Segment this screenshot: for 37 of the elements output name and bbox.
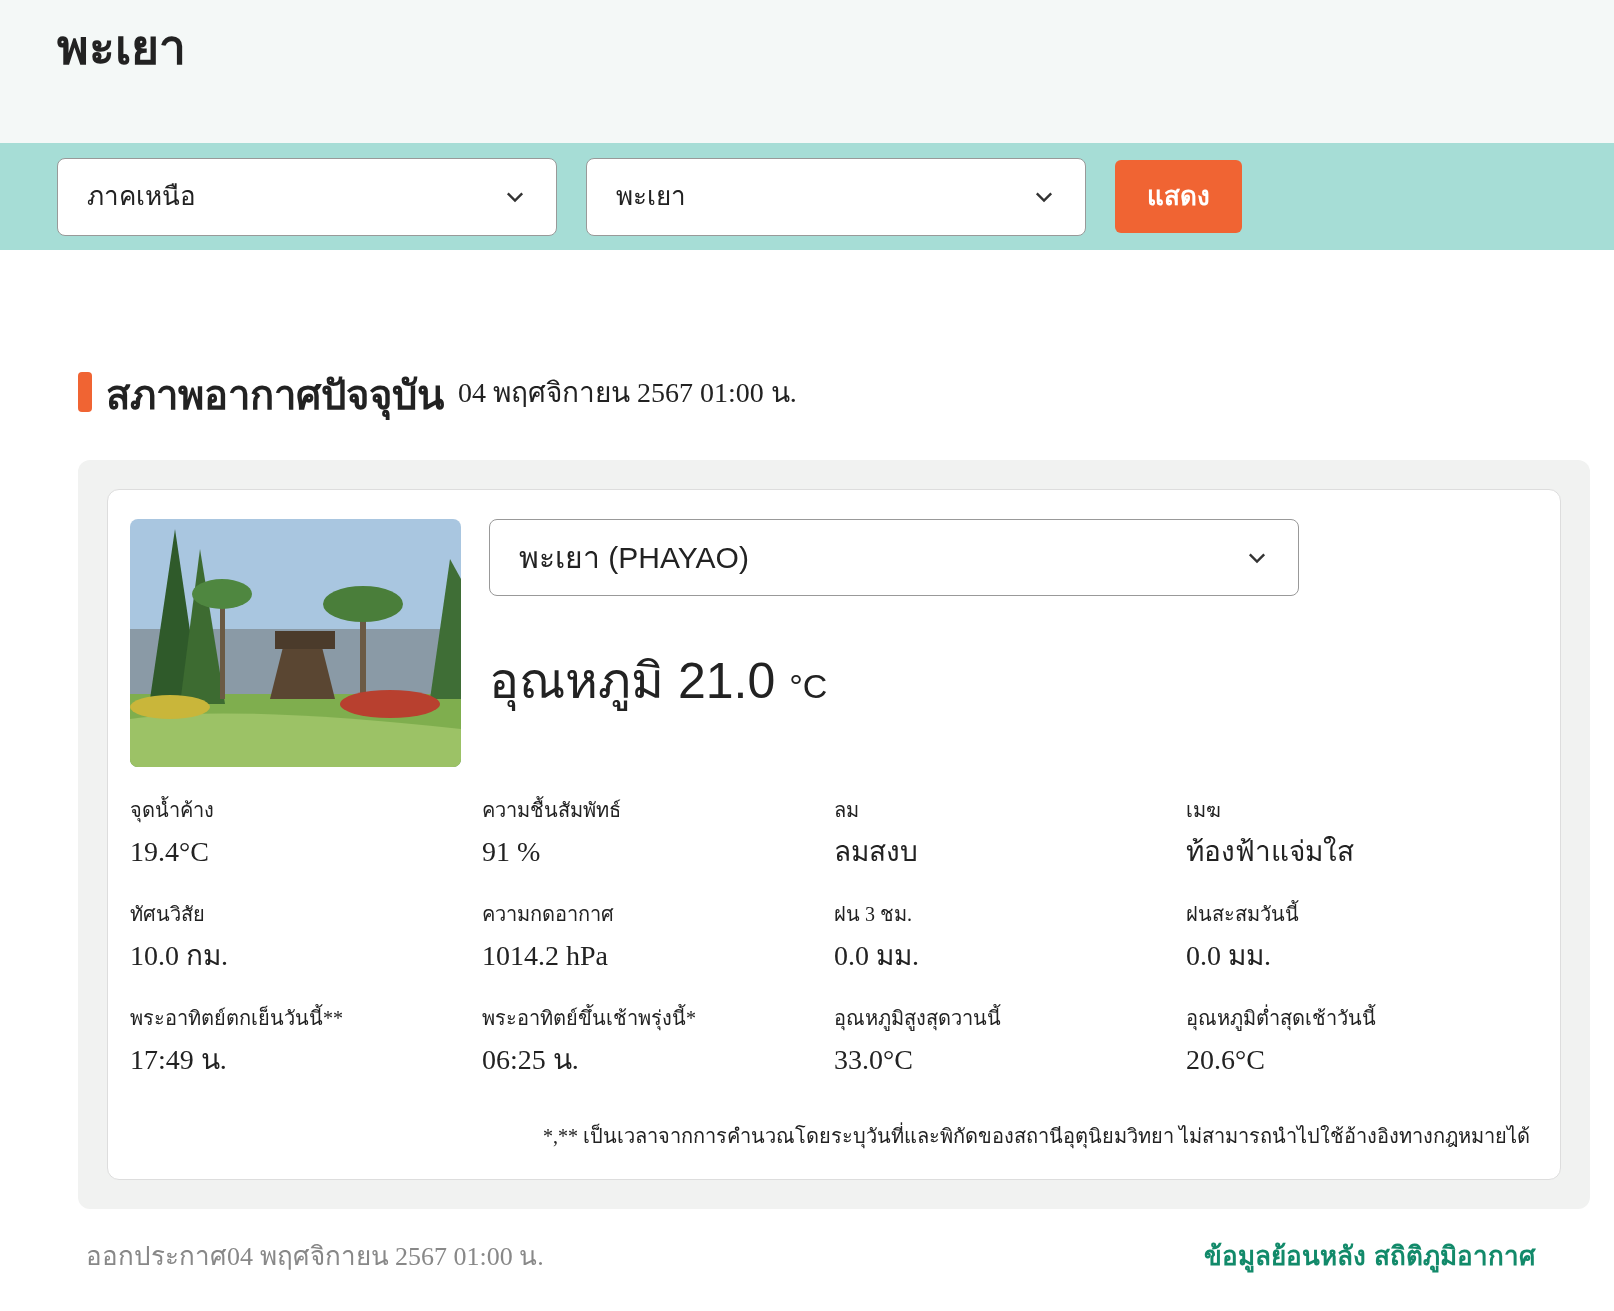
station-select[interactable]: พะเยา (PHAYAO) xyxy=(489,519,1299,596)
footer-link[interactable]: สถิติภูมิอากาศ xyxy=(1374,1237,1536,1276)
stat-label: ความกดอากาศ xyxy=(482,902,615,927)
page-title: พะเยา xyxy=(57,20,186,76)
temperature-unit: °C xyxy=(789,666,828,707)
stat-value: 17:49 น. xyxy=(130,1043,228,1077)
stat-value: ท้องฟ้าแจ่มใส xyxy=(1186,835,1355,869)
stat-label: ความชื้นสัมพัทธ์ xyxy=(482,795,834,825)
stat-value: 33.0°C xyxy=(834,1043,914,1077)
issued-time: ออกประกาศ04 พฤศจิกายน 2567 01:00 น. xyxy=(86,1241,544,1273)
stat-label: ทัศนวิสัย xyxy=(130,902,206,927)
temperature-reading: อุณหภูมิ 21.0 xyxy=(489,652,776,713)
stat-label: จุดน้ำค้าง xyxy=(130,795,482,825)
stat-value: 0.0 มม. xyxy=(834,939,920,973)
dropdown-select[interactable]: พะเยา xyxy=(586,157,1086,236)
section-title: สภาพอากาศปัจจุบัน xyxy=(106,370,444,420)
stat-value: 91 % xyxy=(482,835,542,869)
stat-value: ลมสงบ xyxy=(834,835,919,869)
footnote: *,** เป็นเวลาจากการคำนวณโดยระบุวันที่และพิกัดของสถานีอุตุนิยมวิทยา ไม่สามารถนำไปใช้อ้างอิงทางกฎหมายได้ xyxy=(543,1121,1530,1151)
stat-value: 1014.2 hPa xyxy=(482,939,609,973)
stat-label: อุณหภูมิสูงสุดวานนี้ xyxy=(834,1003,1186,1033)
stat-label: ฝน 3 ชม. xyxy=(834,902,913,927)
stat-value: 20.6°C xyxy=(1186,1043,1266,1077)
stat-label: อุณหภูมิต่ำสุดเช้าวันนี้ xyxy=(1186,1003,1538,1033)
footer-link[interactable]: ข้อมูลย้อนหลัง xyxy=(1204,1237,1366,1276)
stat-value: 06:25 น. xyxy=(482,1043,580,1077)
stat-label: ฝนสะสมวันนี้ xyxy=(1186,899,1538,929)
section-datetime: 04 พฤศจิกายน 2567 01:00 น. xyxy=(458,376,797,410)
accent-bar xyxy=(78,372,92,412)
stat-label: เมฆ xyxy=(1186,798,1222,823)
stat-value: 19.4°C xyxy=(130,835,210,869)
stat-label: พระอาทิตย์ขึ้นเช้าพรุ่งนี้* xyxy=(482,1003,834,1033)
stat-label: พระอาทิตย์ตกเย็นวันนี้** xyxy=(130,1003,482,1033)
stat-value: 10.0 กม. xyxy=(130,939,229,973)
stat-label: ลม xyxy=(834,798,860,823)
stat-value: 0.0 มม. xyxy=(1186,939,1272,973)
dropdown-select[interactable]: ภาคเหนือ xyxy=(57,157,557,236)
